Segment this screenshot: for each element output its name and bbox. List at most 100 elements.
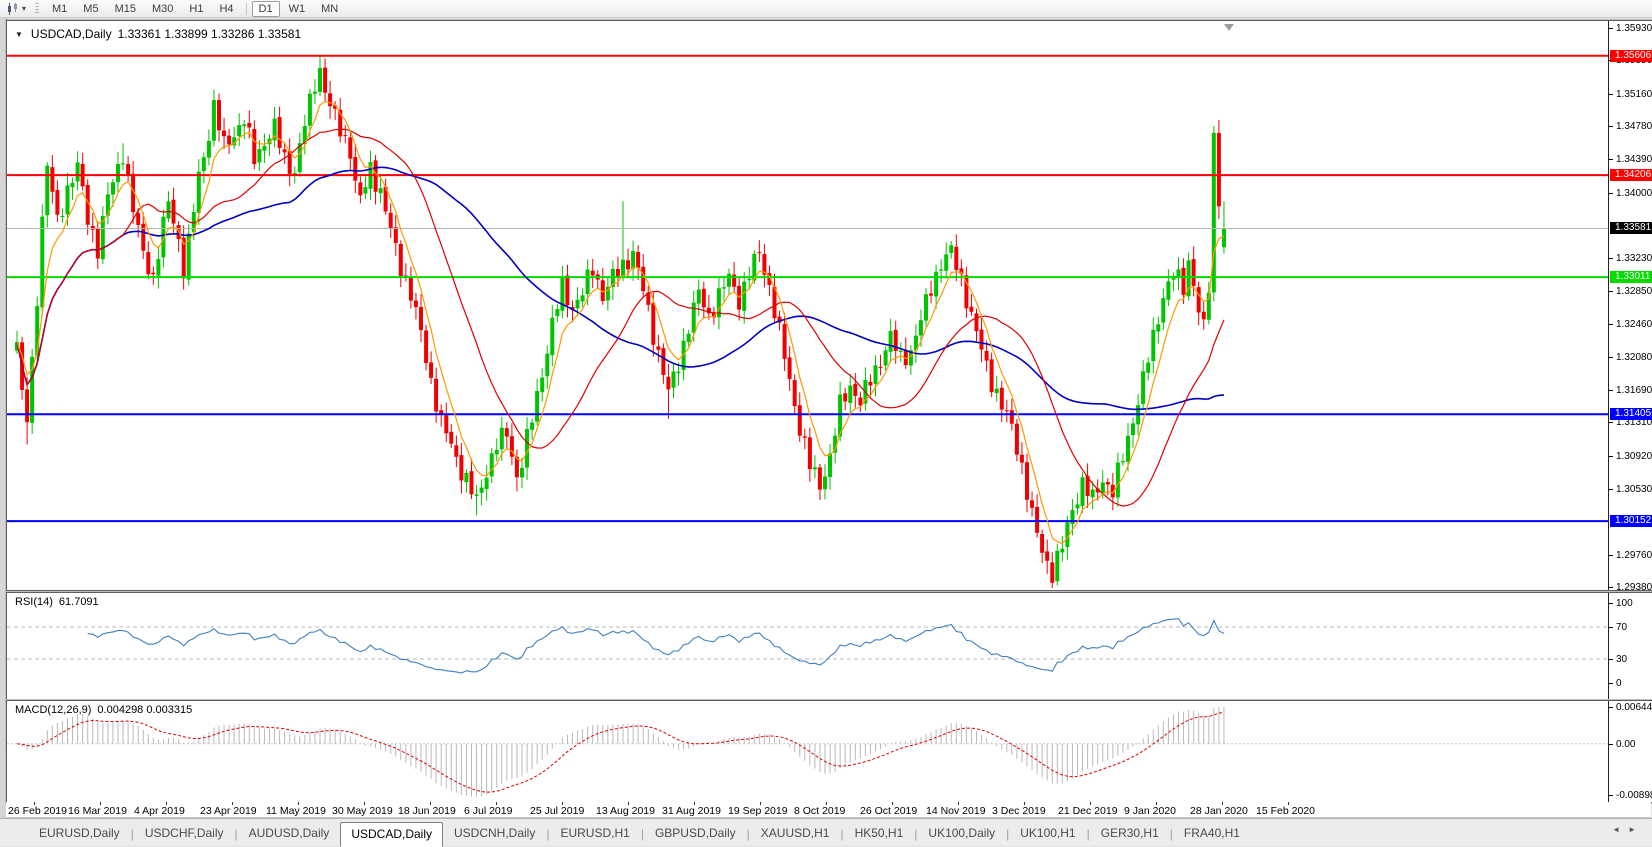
price-tick-label: 1.29760 xyxy=(1616,550,1652,561)
collapse-triangle-icon[interactable]: ▼ xyxy=(15,30,23,39)
macd-header: MACD(12,26,9) 0.004298 0.003315 xyxy=(15,704,192,716)
rsi-tick-label: 30 xyxy=(1616,654,1627,665)
macd-axis[interactable]: 0.006448 0.00 -0.00898 xyxy=(1608,701,1652,802)
price-tick-label: 1.30530 xyxy=(1616,484,1652,495)
price-tick-label: 1.32080 xyxy=(1616,352,1652,363)
rsi-canvas[interactable] xyxy=(7,593,1608,697)
hline-price-label: 1.31405 xyxy=(1610,408,1652,420)
macd-values: 0.004298 0.003315 xyxy=(97,704,192,716)
date-tick-label[interactable]: 21 Dec 2019 xyxy=(1058,805,1118,817)
hline-price-label: 1.30152 xyxy=(1610,515,1652,527)
candlestick-icon xyxy=(6,3,20,15)
date-tick-label[interactable]: 18 Jun 2019 xyxy=(398,805,456,817)
toolbar-separator xyxy=(246,3,247,15)
date-tick-label[interactable]: 11 May 2019 xyxy=(266,805,326,817)
price-tick-label: 1.34000 xyxy=(1616,188,1652,199)
date-tick-label[interactable]: 14 Nov 2019 xyxy=(926,805,986,817)
rsi-label: RSI(14) xyxy=(15,596,53,608)
date-tick-label[interactable]: 28 Jan 2020 xyxy=(1190,805,1248,817)
timeframe-toolbar: ▾ M1M5M15M30H1H4 D1W1MN xyxy=(0,0,1652,18)
timeframe-button-d1[interactable]: D1 xyxy=(252,1,280,17)
price-tick-label: 1.32460 xyxy=(1616,319,1652,330)
macd-canvas[interactable] xyxy=(7,701,1608,800)
date-tick-label[interactable]: 15 Feb 2020 xyxy=(1256,805,1315,817)
macd-label: MACD(12,26,9) xyxy=(15,704,91,716)
price-tick-label: 1.35930 xyxy=(1616,23,1652,34)
rsi-value: 61.7091 xyxy=(59,596,99,608)
timeframe-buttons: M1M5M15M30H1H4 D1W1MN xyxy=(44,1,346,17)
date-tick-label[interactable]: 23 Apr 2019 xyxy=(200,805,257,817)
toolbar-dropdown-caret[interactable]: ▾ xyxy=(22,4,26,13)
date-tick-label[interactable]: 3 Dec 2019 xyxy=(992,805,1046,817)
date-tick-label[interactable]: 30 May 2019 xyxy=(332,805,393,817)
date-tick-label[interactable]: 25 Jul 2019 xyxy=(530,805,584,817)
date-tick-label[interactable]: 4 Apr 2019 xyxy=(134,805,185,817)
main-chart-canvas[interactable] xyxy=(7,21,1608,588)
timeframe-button-m1[interactable]: M1 xyxy=(45,1,74,17)
charts-toolbar-icon[interactable] xyxy=(6,3,20,15)
chart-tab-audusd-daily[interactable]: AUDUSD,Daily xyxy=(238,821,341,846)
chart-tab-fra40-h1[interactable]: FRA40,H1 xyxy=(1173,821,1251,846)
indicator-window-rsi: RSI(14) 61.7091 100 70 30 0 xyxy=(6,592,1652,700)
chart-tab-usdchf-daily[interactable]: USDCHF,Daily xyxy=(134,821,235,846)
chart-tab-hk50-h1[interactable]: HK50,H1 xyxy=(844,821,915,846)
date-tick-label[interactable]: 31 Aug 2019 xyxy=(662,805,721,817)
tab-scroll-left-icon[interactable]: ◄ xyxy=(1612,825,1628,834)
price-axis[interactable]: 1.359301.355501.351601.347801.343901.340… xyxy=(1608,21,1652,590)
date-tick-label[interactable]: 9 Jan 2020 xyxy=(1124,805,1176,817)
rsi-tick-label: 0 xyxy=(1616,678,1622,689)
timeframe-button-w1[interactable]: W1 xyxy=(282,1,313,17)
macd-tick-label: -0.00898 xyxy=(1616,790,1652,801)
rsi-header: RSI(14) 61.7091 xyxy=(15,596,99,608)
chart-tab-gbpusd-daily[interactable]: GBPUSD,Daily xyxy=(644,821,747,846)
timeframe-button-m30[interactable]: M30 xyxy=(145,1,180,17)
indicator-window-macd: MACD(12,26,9) 0.004298 0.003315 0.006448… xyxy=(6,700,1652,803)
timeframe-button-h4[interactable]: H4 xyxy=(212,1,240,17)
chart-symbol-label: USDCAD,Daily xyxy=(31,27,112,41)
chart-tab-xauusd-h1[interactable]: XAUUSD,H1 xyxy=(750,821,841,846)
date-tick-label[interactable]: 26 Oct 2019 xyxy=(860,805,917,817)
chart-window-main: ▼ USDCAD,Daily 1.33361 1.33899 1.33286 1… xyxy=(6,20,1652,591)
chart-tab-usdcnh-daily[interactable]: USDCNH,Daily xyxy=(443,821,546,846)
tab-scroll-arrows: ◄► xyxy=(1612,825,1644,834)
price-tick-label: 1.33230 xyxy=(1616,253,1652,264)
tab-scroll-right-icon[interactable]: ► xyxy=(1628,825,1644,834)
chart-tab-eurusd-daily[interactable]: EURUSD,Daily xyxy=(28,821,131,846)
date-tick-label[interactable]: 16 Mar 2019 xyxy=(68,805,127,817)
date-tick-label[interactable]: 13 Aug 2019 xyxy=(596,805,655,817)
price-tick-label: 1.34390 xyxy=(1616,154,1652,165)
macd-tick-label: 0.00 xyxy=(1616,739,1635,750)
date-tick-label[interactable]: 26 Feb 2019 xyxy=(8,805,67,817)
chart-ohlc-quote: 1.33361 1.33899 1.33286 1.33581 xyxy=(118,27,302,41)
price-tick-label: 1.35160 xyxy=(1616,89,1652,100)
date-axis[interactable]: 26 Feb 201916 Mar 2019 4 Apr 2019 23 Apr 2… xyxy=(6,802,1651,818)
price-tick-label: 1.32850 xyxy=(1616,286,1652,297)
rsi-axis[interactable]: 100 70 30 0 xyxy=(1608,593,1652,699)
date-tick-label[interactable]: 19 Sep 2019 xyxy=(728,805,788,817)
timeframe-button-h1[interactable]: H1 xyxy=(182,1,210,17)
chart-tab-eurusd-h1[interactable]: EURUSD,H1 xyxy=(549,821,640,846)
current-price-label: 1.33581 xyxy=(1610,222,1652,234)
price-tick-label: 1.31690 xyxy=(1616,385,1652,396)
price-tick-label: 1.34780 xyxy=(1616,121,1652,132)
chart-title: ▼ USDCAD,Daily 1.33361 1.33899 1.33286 1… xyxy=(15,27,301,41)
chart-tab-uk100-h1[interactable]: UK100,H1 xyxy=(1009,821,1086,846)
toolbar-grip[interactable] xyxy=(35,3,39,15)
chart-tab-ger30-h1[interactable]: GER30,H1 xyxy=(1090,821,1170,846)
chart-tab-uk100-daily[interactable]: UK100,Daily xyxy=(917,821,1006,846)
hline-price-label: 1.33011 xyxy=(1610,271,1652,283)
hline-price-label: 1.34206 xyxy=(1610,169,1652,181)
mt4-terminal: { "toolbar": { "icon_caret": "▾", "timef… xyxy=(0,0,1652,846)
hline-price-label: 1.35606 xyxy=(1610,50,1652,62)
date-tick-label[interactable]: 8 Oct 2019 xyxy=(794,805,845,817)
rsi-tick-label: 70 xyxy=(1616,622,1627,633)
price-tick-label: 1.30920 xyxy=(1616,451,1652,462)
timeframe-button-m15[interactable]: M15 xyxy=(108,1,143,17)
date-tick-label[interactable]: 6 Jul 2019 xyxy=(464,805,512,817)
rsi-tick-label: 100 xyxy=(1616,598,1633,609)
timeframe-button-mn[interactable]: MN xyxy=(314,1,345,17)
chart-tab-usdcad-daily[interactable]: USDCAD,Daily xyxy=(340,822,443,847)
macd-tick-label: 0.006448 xyxy=(1616,702,1652,713)
timeframe-button-m5[interactable]: M5 xyxy=(76,1,105,17)
chart-tab-bar: EURUSD,Daily|USDCHF,Daily|AUDUSD,DailyUS… xyxy=(0,818,1652,846)
